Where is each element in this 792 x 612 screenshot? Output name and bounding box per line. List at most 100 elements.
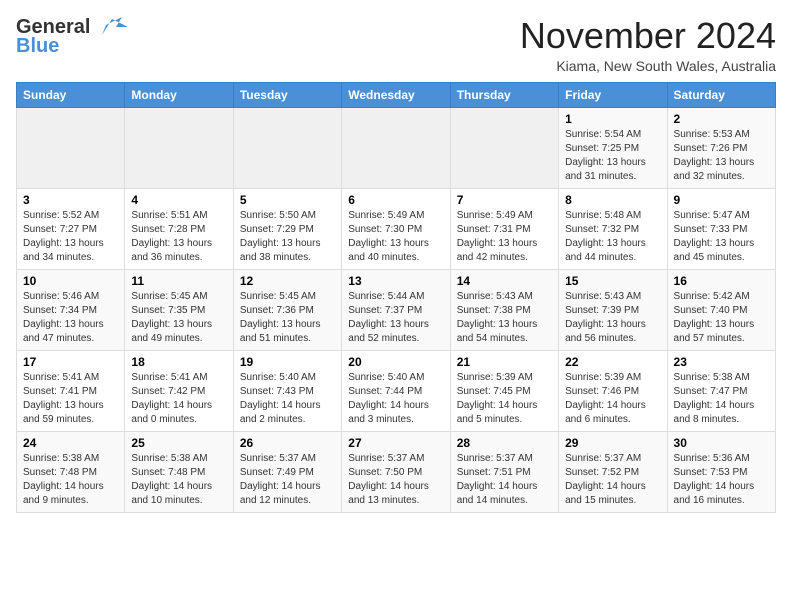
weekday-header-thursday: Thursday (450, 82, 558, 107)
day-number: 14 (457, 274, 552, 288)
day-number: 1 (565, 112, 660, 126)
calendar-cell: 8 Sunrise: 5:48 AMSunset: 7:32 PMDaylight… (559, 188, 667, 269)
day-number: 8 (565, 193, 660, 207)
day-number: 23 (674, 355, 769, 369)
calendar-cell: 2 Sunrise: 5:53 AMSunset: 7:26 PMDaylight… (667, 107, 775, 188)
header-row: SundayMondayTuesdayWednesdayThursdayFrid… (17, 82, 776, 107)
calendar-cell: 4 Sunrise: 5:51 AMSunset: 7:28 PMDaylight… (125, 188, 233, 269)
calendar-cell: 1 Sunrise: 5:54 AMSunset: 7:25 PMDaylight… (559, 107, 667, 188)
calendar-table: SundayMondayTuesdayWednesdayThursdayFrid… (16, 82, 776, 513)
day-info: Sunrise: 5:49 AMSunset: 7:30 PMDaylight:… (348, 209, 443, 265)
day-number: 22 (565, 355, 660, 369)
calendar-cell (17, 107, 125, 188)
calendar-cell: 16 Sunrise: 5:42 AMSunset: 7:40 PMDayligh… (667, 269, 775, 350)
calendar-cell: 14Sunrise: 5:43 AMSunset: 7:38 PMDayligh… (450, 269, 558, 350)
day-info: Sunrise: 5:51 AMSunset: 7:28 PMDaylight:… (131, 209, 226, 265)
day-info: Sunrise: 5:38 AMSunset: 7:47 PMDaylight:… (674, 371, 769, 427)
day-info: Sunrise: 5:54 AMSunset: 7:25 PMDaylight:… (565, 128, 660, 184)
calendar-cell: 7 Sunrise: 5:49 AMSunset: 7:31 PMDaylight… (450, 188, 558, 269)
day-info: Sunrise: 5:38 AMSunset: 7:48 PMDaylight:… (131, 452, 226, 508)
day-number: 7 (457, 193, 552, 207)
day-number: 17 (23, 355, 118, 369)
day-number: 26 (240, 436, 335, 450)
calendar-cell: 20Sunrise: 5:40 AMSunset: 7:44 PMDayligh… (342, 350, 450, 431)
logo: General Blue (16, 16, 128, 58)
weekday-header-saturday: Saturday (667, 82, 775, 107)
page-header: General Blue November 2024 Kiama, New So… (16, 16, 776, 74)
day-number: 10 (23, 274, 118, 288)
day-number: 16 (674, 274, 769, 288)
day-info: Sunrise: 5:39 AMSunset: 7:45 PMDaylight:… (457, 371, 552, 427)
calendar-body: 1 Sunrise: 5:54 AMSunset: 7:25 PMDaylight… (17, 107, 776, 512)
calendar-cell: 6Sunrise: 5:49 AMSunset: 7:30 PMDaylight… (342, 188, 450, 269)
day-number: 20 (348, 355, 443, 369)
day-number: 29 (565, 436, 660, 450)
day-info: Sunrise: 5:37 AMSunset: 7:50 PMDaylight:… (348, 452, 443, 508)
day-number: 24 (23, 436, 118, 450)
calendar-week-4: 17 Sunrise: 5:41 AMSunset: 7:41 PMDayligh… (17, 350, 776, 431)
day-number: 4 (131, 193, 226, 207)
day-info: Sunrise: 5:53 AMSunset: 7:26 PMDaylight:… (674, 128, 769, 184)
day-number: 2 (674, 112, 769, 126)
day-info: Sunrise: 5:40 AMSunset: 7:43 PMDaylight:… (240, 371, 335, 427)
calendar-cell: 28 Sunrise: 5:37 AMSunset: 7:51 PMDayligh… (450, 431, 558, 512)
day-number: 3 (23, 193, 118, 207)
weekday-header-monday: Monday (125, 82, 233, 107)
calendar-week-3: 10 Sunrise: 5:46 AMSunset: 7:34 PMDayligh… (17, 269, 776, 350)
calendar-cell: 25 Sunrise: 5:38 AMSunset: 7:48 PMDayligh… (125, 431, 233, 512)
calendar-week-2: 3 Sunrise: 5:52 AMSunset: 7:27 PMDaylight… (17, 188, 776, 269)
calendar-cell: 11Sunrise: 5:45 AMSunset: 7:35 PMDayligh… (125, 269, 233, 350)
calendar-cell: 24 Sunrise: 5:38 AMSunset: 7:48 PMDayligh… (17, 431, 125, 512)
title-block: November 2024 Kiama, New South Wales, Au… (520, 16, 776, 74)
weekday-header-friday: Friday (559, 82, 667, 107)
day-info: Sunrise: 5:46 AMSunset: 7:34 PMDaylight:… (23, 290, 118, 346)
calendar-cell: 18 Sunrise: 5:41 AMSunset: 7:42 PMDayligh… (125, 350, 233, 431)
day-number: 9 (674, 193, 769, 207)
day-info: Sunrise: 5:37 AMSunset: 7:49 PMDaylight:… (240, 452, 335, 508)
logo-bird-icon (92, 17, 128, 37)
day-info: Sunrise: 5:37 AMSunset: 7:52 PMDaylight:… (565, 452, 660, 508)
calendar-cell: 21Sunrise: 5:39 AMSunset: 7:45 PMDayligh… (450, 350, 558, 431)
day-number: 13 (348, 274, 443, 288)
calendar-cell (125, 107, 233, 188)
day-number: 11 (131, 274, 226, 288)
day-number: 19 (240, 355, 335, 369)
day-number: 18 (131, 355, 226, 369)
calendar-cell: 27Sunrise: 5:37 AMSunset: 7:50 PMDayligh… (342, 431, 450, 512)
calendar-cell: 22 Sunrise: 5:39 AMSunset: 7:46 PMDayligh… (559, 350, 667, 431)
calendar-cell: 5Sunrise: 5:50 AMSunset: 7:29 PMDaylight… (233, 188, 341, 269)
day-number: 25 (131, 436, 226, 450)
calendar-cell: 23 Sunrise: 5:38 AMSunset: 7:47 PMDayligh… (667, 350, 775, 431)
calendar-cell: 17 Sunrise: 5:41 AMSunset: 7:41 PMDayligh… (17, 350, 125, 431)
day-info: Sunrise: 5:41 AMSunset: 7:41 PMDaylight:… (23, 371, 118, 427)
day-number: 12 (240, 274, 335, 288)
calendar-cell: 29 Sunrise: 5:37 AMSunset: 7:52 PMDayligh… (559, 431, 667, 512)
day-info: Sunrise: 5:39 AMSunset: 7:46 PMDaylight:… (565, 371, 660, 427)
day-info: Sunrise: 5:37 AMSunset: 7:51 PMDaylight:… (457, 452, 552, 508)
calendar-cell: 19 Sunrise: 5:40 AMSunset: 7:43 PMDayligh… (233, 350, 341, 431)
calendar-cell: 15 Sunrise: 5:43 AMSunset: 7:39 PMDayligh… (559, 269, 667, 350)
day-info: Sunrise: 5:52 AMSunset: 7:27 PMDaylight:… (23, 209, 118, 265)
day-info: Sunrise: 5:47 AMSunset: 7:33 PMDaylight:… (674, 209, 769, 265)
day-info: Sunrise: 5:41 AMSunset: 7:42 PMDaylight:… (131, 371, 226, 427)
day-info: Sunrise: 5:44 AMSunset: 7:37 PMDaylight:… (348, 290, 443, 346)
calendar-cell: 26 Sunrise: 5:37 AMSunset: 7:49 PMDayligh… (233, 431, 341, 512)
calendar-cell: 12Sunrise: 5:45 AMSunset: 7:36 PMDayligh… (233, 269, 341, 350)
day-info: Sunrise: 5:48 AMSunset: 7:32 PMDaylight:… (565, 209, 660, 265)
calendar-header: SundayMondayTuesdayWednesdayThursdayFrid… (17, 82, 776, 107)
day-info: Sunrise: 5:38 AMSunset: 7:48 PMDaylight:… (23, 452, 118, 508)
day-number: 15 (565, 274, 660, 288)
weekday-header-sunday: Sunday (17, 82, 125, 107)
calendar-cell: 13 Sunrise: 5:44 AMSunset: 7:37 PMDayligh… (342, 269, 450, 350)
calendar-cell: 30Sunrise: 5:36 AMSunset: 7:53 PMDayligh… (667, 431, 775, 512)
logo-blue: Blue (16, 35, 59, 58)
day-number: 28 (457, 436, 552, 450)
calendar-cell: 3 Sunrise: 5:52 AMSunset: 7:27 PMDaylight… (17, 188, 125, 269)
day-info: Sunrise: 5:49 AMSunset: 7:31 PMDaylight:… (457, 209, 552, 265)
day-info: Sunrise: 5:43 AMSunset: 7:39 PMDaylight:… (565, 290, 660, 346)
weekday-header-tuesday: Tuesday (233, 82, 341, 107)
calendar-week-5: 24 Sunrise: 5:38 AMSunset: 7:48 PMDayligh… (17, 431, 776, 512)
day-info: Sunrise: 5:42 AMSunset: 7:40 PMDaylight:… (674, 290, 769, 346)
month-title: November 2024 (520, 16, 776, 56)
calendar-week-1: 1 Sunrise: 5:54 AMSunset: 7:25 PMDaylight… (17, 107, 776, 188)
